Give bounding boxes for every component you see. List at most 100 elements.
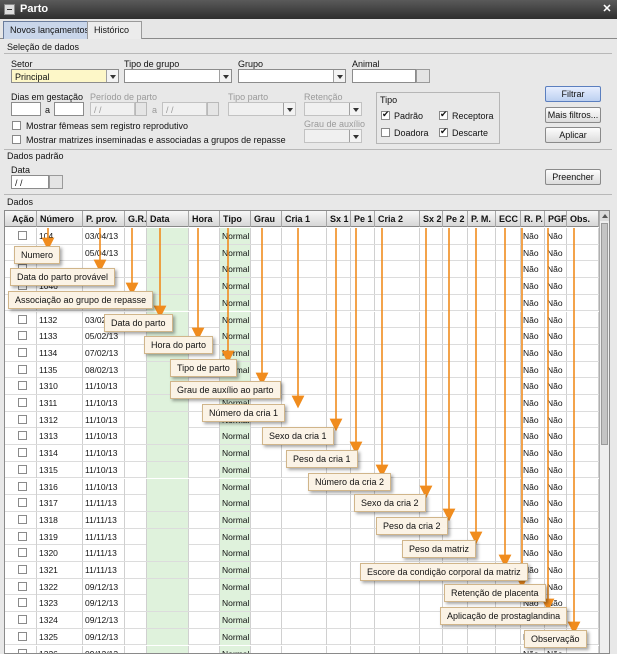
tipo-cell[interactable]: Normal (220, 545, 251, 562)
table-cell[interactable] (125, 545, 147, 562)
column-header[interactable]: P. prov. (83, 211, 125, 227)
row-checkbox[interactable] (18, 514, 27, 524)
table-cell[interactable] (125, 411, 147, 428)
rp-cell[interactable]: Não (521, 294, 545, 311)
table-cell[interactable] (468, 244, 496, 261)
table-cell[interactable] (327, 495, 351, 512)
table-cell[interactable] (443, 645, 468, 653)
calendar-icon[interactable] (135, 102, 147, 116)
table-cell[interactable] (351, 511, 375, 528)
table-cell[interactable] (443, 278, 468, 295)
pprov-cell[interactable]: 11/11/13 (83, 528, 125, 545)
pgf-cell[interactable]: Não (545, 562, 567, 578)
rp-cell[interactable]: Não (521, 244, 545, 261)
table-cell[interactable] (327, 278, 351, 295)
rp-cell[interactable]: Não (521, 528, 545, 545)
table-cell[interactable] (282, 595, 327, 612)
animal-input[interactable] (352, 69, 416, 83)
table-cell[interactable] (351, 244, 375, 261)
acao-cell[interactable] (9, 562, 37, 578)
pgf-cell[interactable]: Não (545, 378, 567, 395)
table-cell[interactable] (189, 545, 220, 562)
table-cell[interactable] (375, 328, 420, 345)
pprov-cell[interactable]: 09/12/13 (83, 645, 125, 653)
scroll-up-icon[interactable] (600, 211, 609, 221)
table-cell[interactable] (468, 261, 496, 278)
tipo-cell[interactable]: Normal (220, 578, 251, 595)
tipo-parto-select[interactable] (228, 102, 296, 116)
table-cell[interactable] (420, 311, 443, 328)
table-cell[interactable] (147, 495, 189, 512)
table-cell[interactable] (282, 578, 327, 595)
table-cell[interactable] (351, 361, 375, 378)
table-cell[interactable] (375, 612, 420, 629)
pprov-cell[interactable]: 09/12/13 (83, 595, 125, 612)
table-cell[interactable] (251, 461, 282, 478)
column-header[interactable]: Obs. (567, 211, 599, 227)
tipo-cell[interactable]: Normal (220, 478, 251, 495)
table-cell[interactable] (282, 612, 327, 629)
tipo-cell[interactable]: Normal (220, 278, 251, 295)
table-cell[interactable] (147, 562, 189, 578)
tipo-cell[interactable]: Normal (220, 595, 251, 612)
table-row[interactable]: 1316 11/10/13 Normal Não Não (5, 478, 599, 496)
table-row[interactable]: 05/04/13 Normal Não Não (5, 244, 599, 262)
column-header[interactable]: Número (37, 211, 83, 227)
table-cell[interactable] (147, 612, 189, 629)
numero-cell[interactable]: 1314 (37, 445, 83, 462)
column-header[interactable]: R. P. (521, 211, 545, 227)
pgf-cell[interactable]: Não (545, 328, 567, 345)
table-cell[interactable] (327, 294, 351, 311)
table-cell[interactable] (251, 478, 282, 495)
table-cell[interactable] (468, 395, 496, 411)
tipo-cell[interactable]: Normal (220, 294, 251, 311)
numero-cell[interactable]: 1316 (37, 478, 83, 495)
rp-cell[interactable]: Não (521, 278, 545, 295)
table-cell[interactable] (282, 228, 327, 244)
numero-cell[interactable]: 1320 (37, 545, 83, 562)
row-checkbox[interactable] (18, 331, 27, 341)
table-cell[interactable] (468, 428, 496, 445)
row-checkbox[interactable] (18, 481, 27, 491)
table-cell[interactable] (420, 361, 443, 378)
row-checkbox[interactable] (18, 648, 27, 653)
table-cell[interactable] (189, 478, 220, 495)
table-cell[interactable] (496, 478, 521, 495)
table-cell[interactable] (251, 562, 282, 578)
column-header[interactable]: PGF (545, 211, 567, 227)
table-cell[interactable] (496, 378, 521, 395)
table-cell[interactable] (147, 278, 189, 295)
tipo-cell[interactable]: Normal (220, 244, 251, 261)
table-cell[interactable] (327, 228, 351, 244)
data-input[interactable]: / / (11, 175, 49, 189)
pgf-cell[interactable]: Não (545, 528, 567, 545)
rp-cell[interactable]: Não (521, 511, 545, 528)
table-cell[interactable] (189, 612, 220, 629)
table-cell[interactable] (251, 445, 282, 462)
table-cell[interactable] (375, 294, 420, 311)
pgf-cell[interactable]: Não (545, 411, 567, 428)
table-cell[interactable] (496, 244, 521, 261)
table-row[interactable]: 1134 07/02/13 Normal Não Não (5, 344, 599, 362)
table-cell[interactable] (567, 395, 599, 411)
table-cell[interactable] (125, 645, 147, 653)
numero-cell[interactable]: 1322 (37, 578, 83, 595)
table-cell[interactable] (375, 278, 420, 295)
table-cell[interactable] (327, 361, 351, 378)
table-cell[interactable] (351, 311, 375, 328)
table-cell[interactable] (125, 261, 147, 278)
table-cell[interactable] (282, 378, 327, 395)
table-cell[interactable] (496, 328, 521, 345)
table-cell[interactable] (443, 428, 468, 445)
table-row[interactable]: 1320 11/11/13 Normal Não Não (5, 545, 599, 562)
table-cell[interactable] (443, 395, 468, 411)
table-cell[interactable] (189, 311, 220, 328)
acao-cell[interactable] (9, 645, 37, 653)
table-cell[interactable] (567, 228, 599, 244)
table-cell[interactable] (327, 578, 351, 595)
table-cell[interactable] (496, 278, 521, 295)
pprov-cell[interactable]: 11/10/13 (83, 411, 125, 428)
rp-cell[interactable]: Não (521, 478, 545, 495)
table-cell[interactable] (496, 311, 521, 328)
acao-cell[interactable] (9, 545, 37, 562)
